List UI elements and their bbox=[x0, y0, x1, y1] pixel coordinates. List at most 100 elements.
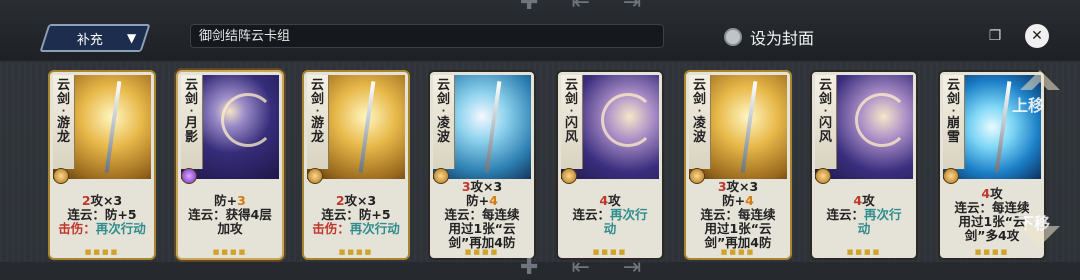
card-desc-segment: 攻 bbox=[990, 186, 1003, 201]
card-desc-segment: 攻 bbox=[608, 193, 621, 208]
card-name-char: 剑 bbox=[310, 92, 324, 107]
card[interactable]: 云剑 · 游龙 2攻×3 连云：防+5 击伤：再次行动 ■■■■ bbox=[302, 70, 410, 260]
card-desc-segment: 击伤： bbox=[312, 221, 350, 236]
card-art-motif bbox=[358, 81, 376, 173]
card-tray bbox=[0, 62, 1080, 262]
card-art-motif bbox=[994, 81, 1012, 173]
card-desc-segment: 攻 bbox=[862, 193, 875, 208]
set-cover-toggle[interactable]: 设为封面 bbox=[724, 25, 814, 49]
card-desc-segment: 再次行动 bbox=[95, 221, 146, 236]
card-art-motif bbox=[740, 81, 758, 173]
card-name-char: 云 bbox=[946, 78, 960, 93]
card-desc-segment: 3 bbox=[461, 179, 471, 194]
plus-icon[interactable]: ✚ bbox=[520, 255, 538, 280]
card-desc-segment: 动 bbox=[857, 221, 871, 236]
card-description: 3攻×3 防+4 连云：每连续 用过1张“云 剑”再加4防 bbox=[690, 180, 786, 250]
card-art-motif bbox=[484, 81, 502, 173]
card-art-motif bbox=[104, 81, 122, 173]
card[interactable]: 云剑 · 闪风 4攻 连云：再次行动 ■■■■ bbox=[556, 70, 664, 260]
card-desc-segment: 4 bbox=[853, 193, 863, 208]
card-desc-segment: 攻×3 bbox=[726, 179, 759, 194]
card-desc-line: 3攻×3 bbox=[718, 180, 758, 194]
card-desc-line: 连云：防+5 bbox=[321, 208, 390, 222]
arrow-up-icon[interactable] bbox=[1018, 68, 1062, 102]
card-name-char: 云 bbox=[56, 78, 70, 93]
arrow-down-icon[interactable] bbox=[1018, 214, 1062, 248]
card-name-char: 云 bbox=[310, 78, 324, 93]
card-desc-line: 防+4 bbox=[466, 194, 498, 208]
plus-icon[interactable]: ✚ bbox=[520, 0, 538, 15]
export-icon[interactable]: ⇥ bbox=[623, 0, 641, 15]
card-desc-segment: 防+ bbox=[214, 193, 238, 208]
card-desc-segment: 3 bbox=[237, 193, 246, 208]
close-icon[interactable]: ✕ bbox=[1025, 24, 1049, 48]
card-name-char: 剑 bbox=[184, 92, 198, 107]
card-desc-segment: 连云： bbox=[826, 207, 864, 222]
card-desc-line: 动 bbox=[604, 222, 617, 236]
card-name-char: 雪 bbox=[946, 130, 960, 145]
card-desc-segment: 连云：获得4层 bbox=[188, 207, 272, 222]
card[interactable]: 云剑 · 凌波 3攻×3 防+4 连云：每连续 用过1张“云 剑”再加4防 ■■■■ bbox=[684, 70, 792, 260]
category-dropdown[interactable]: 补充 ▼ bbox=[39, 24, 151, 52]
card[interactable]: 云剑 · 游龙 2攻×3 连云：防+5 击伤：再次行动 ■■■■ bbox=[48, 70, 156, 260]
top-tool-icons: ✚ ⇤ ⇥ bbox=[520, 0, 667, 15]
card[interactable]: 云剑 · 闪风 4攻 连云：再次行动 ■■■■ bbox=[810, 70, 918, 260]
card-desc-line: 击伤：再次行动 bbox=[58, 222, 146, 236]
card-desc-line: 防+4 bbox=[722, 194, 754, 208]
export-icon[interactable]: ⇤ bbox=[571, 0, 589, 15]
card-name-char: 剑 bbox=[436, 92, 450, 107]
card-name-char: 云 bbox=[818, 78, 832, 93]
card-desc-line: 连云：再次行 bbox=[826, 208, 901, 222]
card-desc-segment: 连云： bbox=[572, 207, 610, 222]
card-desc-line: 4攻 bbox=[599, 194, 620, 208]
radio-icon[interactable] bbox=[724, 28, 742, 46]
card-desc-segment: 动 bbox=[603, 221, 617, 236]
card-desc-segment: 连云：每连续 bbox=[444, 207, 520, 222]
card-description: 防+3 连云：获得4层 加攻 bbox=[182, 180, 278, 250]
card[interactable]: 云剑 · 凌波 3攻×3 防+4 连云：每连续 用过1张“云 剑”再加4防 ■■■■ bbox=[428, 70, 536, 260]
card-desc-segment: 2 bbox=[335, 193, 345, 208]
card-pips: ■■■■ bbox=[974, 248, 1010, 256]
card[interactable]: 云剑 · 月影防+3 连云：获得4层 加攻 ■■■■ bbox=[176, 70, 284, 260]
set-cover-label: 设为封面 bbox=[750, 29, 815, 48]
export-icon[interactable]: ⇥ bbox=[623, 255, 641, 280]
card-name-char: 云 bbox=[436, 78, 450, 93]
card-desc-segment: 4 bbox=[599, 193, 609, 208]
card-desc-segment: 攻×3 bbox=[470, 179, 503, 194]
card-desc-line: 4攻 bbox=[853, 194, 874, 208]
card-name-char: 剑 bbox=[56, 92, 70, 107]
card-desc-segment: 3 bbox=[717, 179, 727, 194]
card-desc-line: 连云：防+5 bbox=[67, 208, 136, 222]
card-desc-line: 用过1张“云 bbox=[705, 222, 772, 236]
card-desc-line: 连云：每连续 bbox=[700, 208, 775, 222]
card-name-char: 凌 bbox=[692, 116, 706, 131]
card-name-char: 波 bbox=[692, 130, 706, 145]
card-name: 云剑 · 月影 bbox=[181, 75, 203, 169]
deck-name-field[interactable]: 御剑结阵云卡组 bbox=[190, 24, 664, 48]
card-desc-line: 4攻 bbox=[981, 187, 1002, 201]
card-desc-line: 用过1张“云 bbox=[959, 215, 1026, 229]
card-desc-segment: 4 bbox=[981, 186, 991, 201]
card-name: 云剑 · 崩雪 bbox=[943, 75, 965, 169]
card-name: 云剑 · 凌波 bbox=[433, 75, 455, 169]
card-desc-line: 2攻×3 bbox=[336, 194, 376, 208]
card-desc-segment: 击伤： bbox=[58, 221, 96, 236]
card-name-char: 龙 bbox=[56, 130, 70, 145]
card-pips: ■■■■ bbox=[84, 248, 120, 256]
card-desc-segment: 用过1张“云 bbox=[448, 221, 516, 236]
card-desc-line: 连云：再次行 bbox=[572, 208, 647, 222]
card-name-char: 剑 bbox=[818, 92, 832, 107]
export-icon[interactable]: ⇤ bbox=[571, 255, 589, 280]
card-pips: ■■■■ bbox=[846, 248, 882, 256]
card-desc-segment: 连云：每连续 bbox=[700, 207, 776, 222]
card-desc-segment: 再次行 bbox=[610, 207, 648, 222]
bottom-tool-icons: ✚ ⇤ ⇥ bbox=[520, 255, 667, 280]
card-name-char: 崩 bbox=[946, 116, 960, 131]
card-art-motif bbox=[855, 93, 909, 147]
card-name: 云剑 · 游龙 bbox=[307, 75, 329, 169]
card-desc-segment: 攻×3 bbox=[344, 193, 377, 208]
copy-icon[interactable]: ❐ bbox=[986, 27, 1004, 45]
card-description: 2攻×3 连云：防+5 击伤：再次行动 bbox=[308, 180, 404, 250]
card-description: 4攻 连云：再次行动 bbox=[562, 180, 658, 250]
card-desc-segment: 连云：防+5 bbox=[321, 207, 391, 222]
